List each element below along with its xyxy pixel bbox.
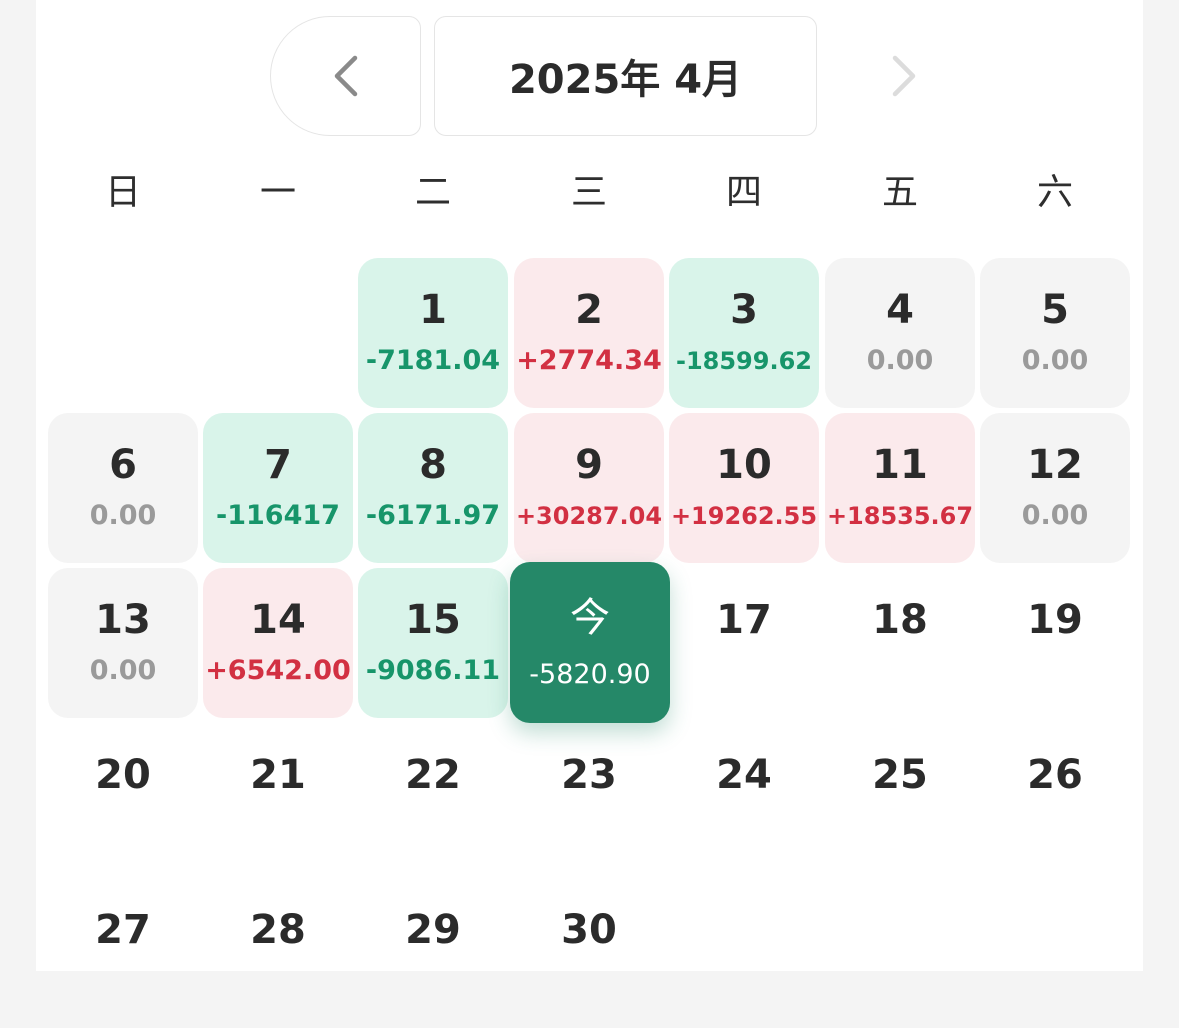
day-number: 5 (1041, 287, 1069, 333)
day-pnl-amount: -7181.04 (365, 345, 501, 376)
day-number: 今 (570, 595, 610, 641)
day-cell[interactable]: 19 (980, 568, 1130, 718)
day-number: 7 (264, 442, 292, 488)
day-cell[interactable]: 15 -9086.11 (358, 568, 508, 718)
day-cell[interactable]: 7 -116417 (203, 413, 353, 563)
day-cell-today[interactable]: 今 -5820.90 (510, 562, 670, 723)
day-number: 26 (1027, 752, 1083, 798)
day-cell[interactable]: 2 +2774.34 (514, 258, 664, 408)
day-pnl-amount: 0.00 (1021, 345, 1089, 376)
day-number: 1 (419, 287, 447, 333)
day-pnl-amount: 0.00 (866, 345, 934, 376)
day-cell[interactable]: 4 0.00 (825, 258, 975, 408)
day-cell[interactable]: 30 (514, 878, 664, 1028)
day-cell[interactable]: 12 0.00 (980, 413, 1130, 563)
day-pnl-amount: -6171.97 (365, 500, 501, 531)
weekday-thu: 四 (725, 172, 762, 213)
chevron-right-icon (892, 55, 916, 97)
day-cell[interactable]: 10 +19262.55 (669, 413, 819, 563)
day-pnl-amount: -116417 (216, 500, 340, 531)
weekday-wed: 三 (570, 172, 607, 213)
day-cell[interactable]: 8 -6171.97 (358, 413, 508, 563)
prev-month-button[interactable] (270, 16, 421, 136)
day-cell[interactable]: 14 +6542.00 (203, 568, 353, 718)
day-number: 19 (1027, 597, 1083, 643)
day-cell[interactable]: 26 (980, 723, 1130, 873)
day-pnl-amount: 0.00 (89, 500, 157, 531)
day-cell[interactable]: 22 (358, 723, 508, 873)
day-number: 14 (250, 597, 306, 643)
day-number: 28 (250, 907, 306, 953)
day-pnl-amount: -18599.62 (676, 347, 812, 375)
day-cell[interactable]: 28 (203, 878, 353, 1028)
day-number: 10 (716, 442, 772, 488)
day-number: 12 (1027, 442, 1083, 488)
day-number: 25 (872, 752, 928, 798)
day-cell[interactable]: 3 -18599.62 (669, 258, 819, 408)
day-number: 20 (95, 752, 151, 798)
chevron-left-icon (334, 55, 357, 97)
day-cell[interactable]: 24 (669, 723, 819, 873)
day-number: 13 (95, 597, 151, 643)
day-number: 11 (872, 442, 928, 488)
day-number: 24 (716, 752, 772, 798)
day-number: 29 (405, 907, 461, 953)
day-pnl-amount: -9086.11 (365, 655, 501, 686)
day-number: 8 (419, 442, 447, 488)
day-cell[interactable]: 18 (825, 568, 975, 718)
day-pnl-amount: 0.00 (1021, 500, 1089, 531)
day-cell[interactable]: 17 (669, 568, 819, 718)
day-number: 22 (405, 752, 461, 798)
weekday-sat: 六 (1036, 172, 1073, 213)
day-cell[interactable]: 5 0.00 (980, 258, 1130, 408)
day-cell[interactable]: 9 +30287.04 (514, 413, 664, 563)
day-number: 30 (561, 907, 617, 953)
weekday-tue: 二 (414, 172, 451, 213)
day-pnl-amount: +2774.34 (516, 345, 662, 376)
day-cell[interactable]: 20 (48, 723, 198, 873)
day-number: 3 (730, 287, 758, 333)
weekday-mon: 一 (259, 172, 296, 213)
next-month-button[interactable] (854, 16, 954, 136)
day-pnl-amount: 0.00 (89, 655, 157, 686)
day-cell[interactable]: 23 (514, 723, 664, 873)
day-pnl-amount: +6542.00 (205, 655, 351, 686)
day-pnl-amount: -5820.90 (529, 659, 651, 690)
day-number: 9 (575, 442, 603, 488)
day-cell[interactable]: 1 -7181.04 (358, 258, 508, 408)
day-number: 21 (250, 752, 306, 798)
day-pnl-amount: +19262.55 (670, 502, 818, 530)
calendar-card: 2025年 4月 日 一 二 三 四 五 六 1 -7181.04 2 +2774.3… (36, 0, 1143, 971)
day-cell[interactable]: 27 (48, 878, 198, 1028)
day-number: 23 (561, 752, 617, 798)
day-cell[interactable]: 13 0.00 (48, 568, 198, 718)
day-number: 17 (716, 597, 772, 643)
day-number: 18 (872, 597, 928, 643)
day-cell[interactable]: 25 (825, 723, 975, 873)
day-cell[interactable]: 29 (358, 878, 508, 1028)
day-pnl-amount: +30287.04 (515, 502, 663, 530)
month-title[interactable]: 2025年 4月 (434, 16, 817, 136)
day-number: 2 (575, 287, 603, 333)
weekday-sun: 日 (104, 172, 141, 213)
weekday-fri: 五 (881, 172, 918, 213)
day-number: 27 (95, 907, 151, 953)
day-number: 4 (886, 287, 914, 333)
day-number: 6 (109, 442, 137, 488)
day-cell[interactable]: 11 +18535.67 (825, 413, 975, 563)
day-cell[interactable]: 21 (203, 723, 353, 873)
day-pnl-amount: +18535.67 (826, 502, 974, 530)
day-cell[interactable]: 6 0.00 (48, 413, 198, 563)
day-number: 15 (405, 597, 461, 643)
